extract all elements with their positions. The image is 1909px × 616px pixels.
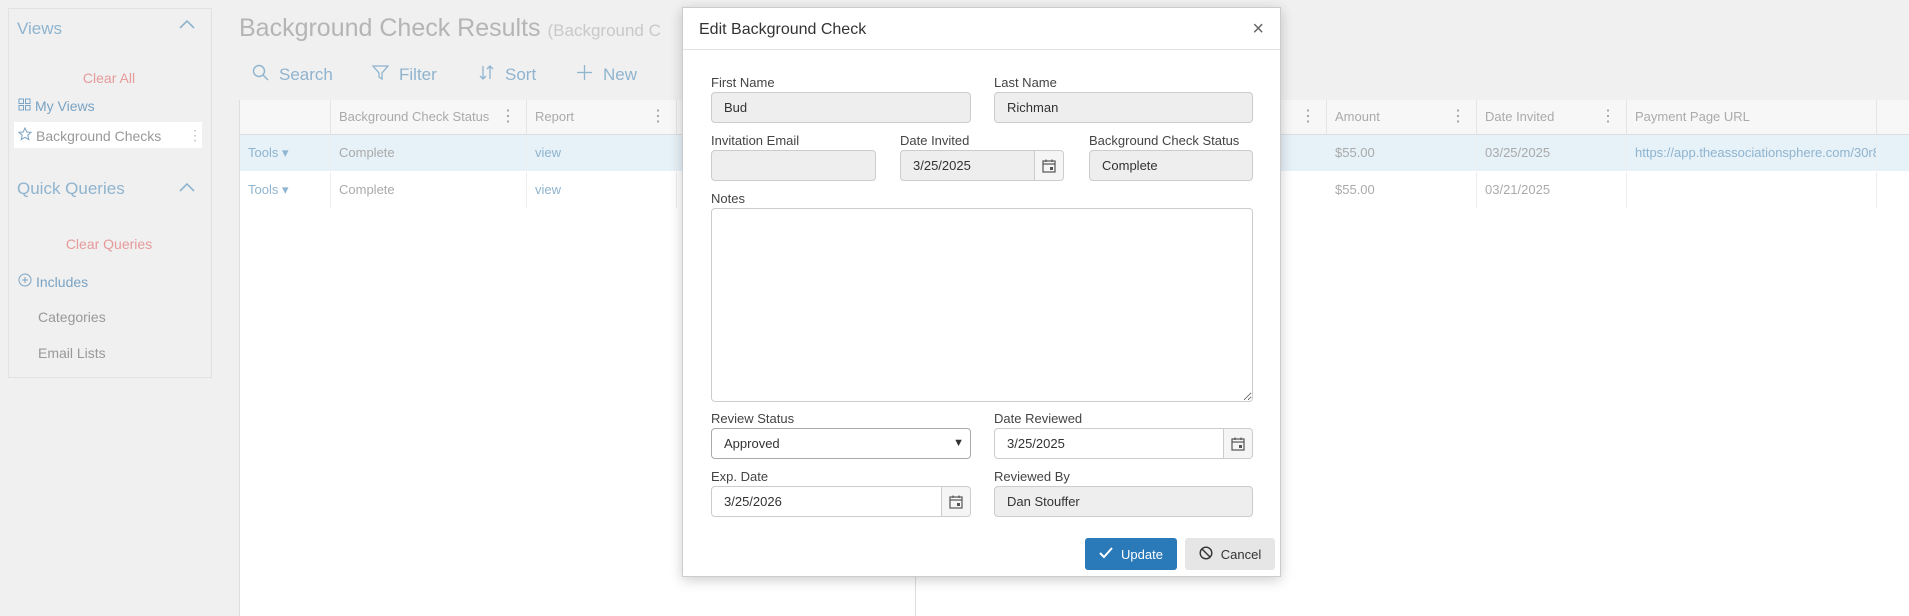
sidebar-item-label: Background Checks [36, 127, 162, 144]
header-payment-url[interactable]: Payment Page URL [1627, 100, 1877, 134]
payment-url-link[interactable]: https://app.theassociationsphere.com/30r… [1627, 135, 1877, 171]
header-label: Payment Page URL [1635, 109, 1750, 124]
invitation-email-label: Invitation Email [711, 133, 800, 148]
date-reviewed-field[interactable]: 3/25/2025 [994, 428, 1224, 459]
close-icon[interactable]: × [1252, 18, 1264, 41]
calendar-icon[interactable] [1223, 428, 1253, 459]
tools-menu[interactable]: Tools ▾ [240, 135, 331, 171]
kebab-icon[interactable]: ⋮ [188, 127, 202, 144]
filter-button[interactable]: Filter [371, 64, 437, 86]
search-button[interactable]: Search [252, 64, 333, 86]
sidebar-item-background-checks[interactable]: Background Checks [17, 126, 162, 144]
sidebar-item-my-views[interactable]: My Views [18, 98, 95, 114]
page-title-text: Background Check Results [239, 14, 541, 42]
plus-icon [576, 64, 593, 86]
header-label: Background Check Status [339, 109, 490, 124]
review-status-select[interactable]: Approved ▼ [711, 428, 971, 459]
grid-icon [18, 98, 31, 114]
reviewed-by-label: Reviewed By [994, 469, 1070, 484]
sort-icon [478, 64, 495, 86]
cancel-button[interactable]: Cancel [1185, 538, 1275, 570]
chevron-down-icon: ▼ [953, 437, 964, 449]
new-button[interactable]: New [576, 64, 637, 86]
cancel-label: Cancel [1220, 546, 1262, 562]
header-tools [240, 100, 331, 134]
bg-status-field[interactable]: Complete [1089, 150, 1253, 181]
first-name-field[interactable]: Bud [711, 92, 971, 123]
edit-background-check-dialog: Edit Background Check × First Name Bud L… [682, 7, 1281, 577]
review-status-label: Review Status [711, 411, 795, 426]
search-label: Search [279, 65, 333, 84]
tools-menu[interactable]: Tools ▾ [240, 172, 331, 208]
sidebar: Views Clear All My Views Background Chec… [0, 0, 226, 616]
bg-status-label: Background Check Status [1089, 133, 1240, 148]
header-status[interactable]: Background Check Status ⋮ [331, 100, 527, 134]
notes-textarea[interactable] [711, 208, 1253, 402]
header-amount[interactable]: Amount ⋮ [1327, 100, 1477, 134]
chevron-up-icon[interactable] [178, 179, 196, 202]
cell-date-invited: 03/25/2025 [1477, 135, 1627, 171]
quick-queries-title[interactable]: Quick Queries [17, 179, 125, 199]
date-reviewed-label: Date Reviewed [994, 411, 1083, 426]
date-invited-label: Date Invited [900, 133, 970, 148]
header-label: Report [535, 109, 575, 124]
exp-date-field[interactable]: 3/25/2026 [711, 486, 942, 517]
report-view-link[interactable]: view [527, 172, 677, 208]
clear-queries-link[interactable]: Clear Queries [8, 236, 210, 252]
date-invited-field[interactable]: 3/25/2025 [900, 150, 1035, 181]
filter-label: Filter [399, 65, 437, 84]
page-subtitle: (Background C [547, 21, 661, 40]
filter-icon [371, 64, 390, 86]
clear-all-link[interactable]: Clear All [8, 70, 210, 86]
kebab-icon[interactable]: ⋮ [650, 100, 666, 134]
sidebar-item-categories[interactable]: Categories [38, 309, 106, 325]
invitation-email-field[interactable] [711, 150, 876, 181]
views-title[interactable]: Views [17, 19, 62, 39]
search-icon [252, 64, 269, 86]
header-label: Amount [1335, 109, 1380, 124]
last-name-field[interactable]: Richman [994, 92, 1253, 123]
sidebar-item-email-lists[interactable]: Email Lists [38, 345, 106, 361]
calendar-icon[interactable] [941, 486, 971, 517]
sidebar-item-label: My Views [35, 98, 95, 114]
sidebar-item-includes[interactable]: Includes [18, 273, 88, 290]
cell-amount: $55.00 [1327, 135, 1477, 171]
plus-circle-icon [18, 273, 32, 290]
calendar-icon[interactable] [1034, 150, 1064, 181]
dialog-divider [683, 49, 1280, 50]
last-name-label: Last Name [994, 75, 1057, 90]
notes-label: Notes [711, 191, 745, 206]
kebab-icon[interactable]: ⋮ [1300, 100, 1316, 134]
chevron-up-icon[interactable] [178, 16, 196, 39]
page-title: Background Check Results (Background C [239, 14, 661, 43]
header-date-invited[interactable]: Date Invited ⋮ [1477, 100, 1627, 134]
star-icon [17, 126, 33, 144]
cell-status: Complete [331, 135, 527, 171]
kebab-icon[interactable]: ⋮ [1600, 100, 1616, 134]
payment-url-link[interactable] [1627, 172, 1877, 208]
cell-date-invited: 03/21/2025 [1477, 172, 1627, 208]
cell-amount: $55.00 [1327, 172, 1477, 208]
header-report[interactable]: Report ⋮ [527, 100, 677, 134]
check-icon [1099, 546, 1113, 562]
sort-button[interactable]: Sort [478, 64, 536, 86]
review-status-value: Approved [724, 436, 780, 451]
reviewed-by-field[interactable]: Dan Stouffer [994, 486, 1253, 517]
header-label: Date Invited [1485, 109, 1555, 124]
new-label: New [603, 65, 638, 84]
update-label: Update [1121, 546, 1163, 562]
kebab-icon[interactable]: ⋮ [500, 100, 516, 134]
first-name-label: First Name [711, 75, 775, 90]
dialog-title: Edit Background Check [699, 21, 867, 38]
ban-icon [1199, 545, 1213, 563]
update-button[interactable]: Update [1085, 538, 1177, 570]
sort-label: Sort [505, 65, 537, 84]
exp-date-label: Exp. Date [711, 469, 769, 484]
kebab-icon[interactable]: ⋮ [1450, 100, 1466, 134]
report-view-link[interactable]: view [527, 135, 677, 171]
sidebar-item-label: Includes [36, 273, 89, 290]
cell-status: Complete [331, 172, 527, 208]
